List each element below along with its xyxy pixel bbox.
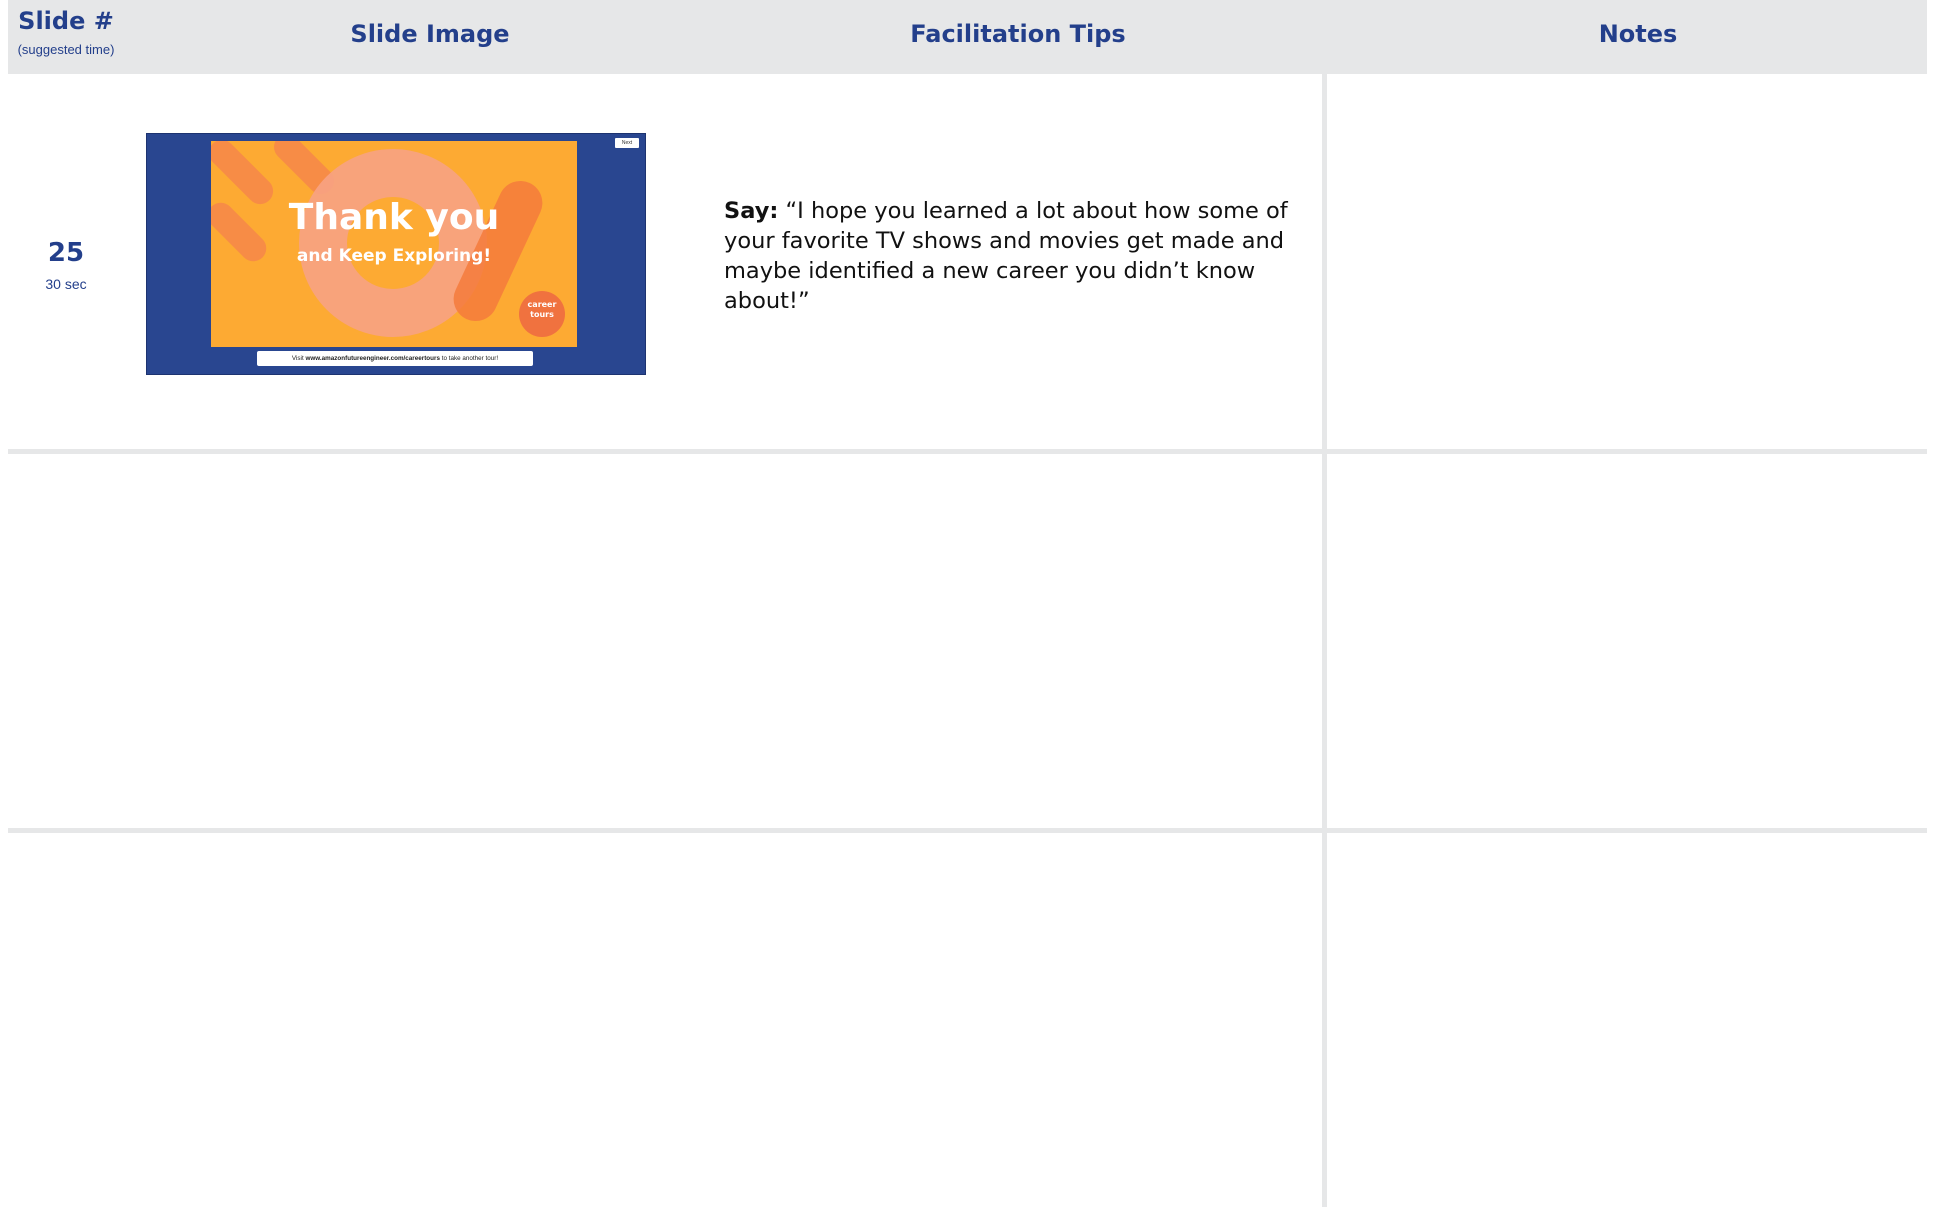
header-facilitation-tips-label: Facilitation Tips	[910, 20, 1126, 48]
career-tours-logo: career tours	[519, 291, 565, 337]
notes-cell	[1340, 120, 1900, 420]
header-notes-label: Notes	[1598, 20, 1678, 48]
table-header: Slide # (suggested time) Slide Image Fac…	[8, 0, 1927, 74]
slide-number: 25	[47, 238, 85, 268]
facilitation-tip: Say: “I hope you learned a lot about how…	[724, 196, 1304, 316]
slide-next-button: Next	[615, 138, 639, 148]
slide-thumbnail: Thank you and Keep Exploring! career tou…	[146, 133, 646, 375]
tip-text: “I hope you learned a lot about how some…	[724, 198, 1288, 314]
slide-visit-banner: Visit www.amazonfutureengineer.com/caree…	[257, 351, 533, 366]
row-divider	[8, 828, 1927, 833]
slide-title: Thank you	[288, 197, 500, 238]
header-facilitation-tips: Facilitation Tips	[736, 0, 1300, 74]
row-divider	[8, 449, 1927, 454]
header-suggested-time-label: (suggested time)	[17, 42, 115, 57]
slide-thumbnail-panel: Thank you and Keep Exploring! career tou…	[211, 141, 577, 347]
header-slide-number-label: Slide #	[18, 7, 114, 35]
column-divider	[1322, 74, 1327, 1207]
header-slide-number: Slide # (suggested time)	[8, 0, 124, 74]
suggested-time: 30 sec	[45, 276, 87, 292]
header-slide-image-label: Slide Image	[350, 20, 510, 48]
tip-label: Say:	[724, 198, 779, 224]
header-slide-image: Slide Image	[124, 0, 736, 74]
slide-subtitle: and Keep Exploring!	[296, 246, 492, 266]
visit-prefix: Visit	[291, 355, 306, 362]
visit-suffix: to take another tour!	[439, 355, 499, 362]
visit-url: www.amazonfutureengineer.com/careertours	[305, 355, 440, 362]
header-notes: Notes	[1328, 0, 1933, 74]
